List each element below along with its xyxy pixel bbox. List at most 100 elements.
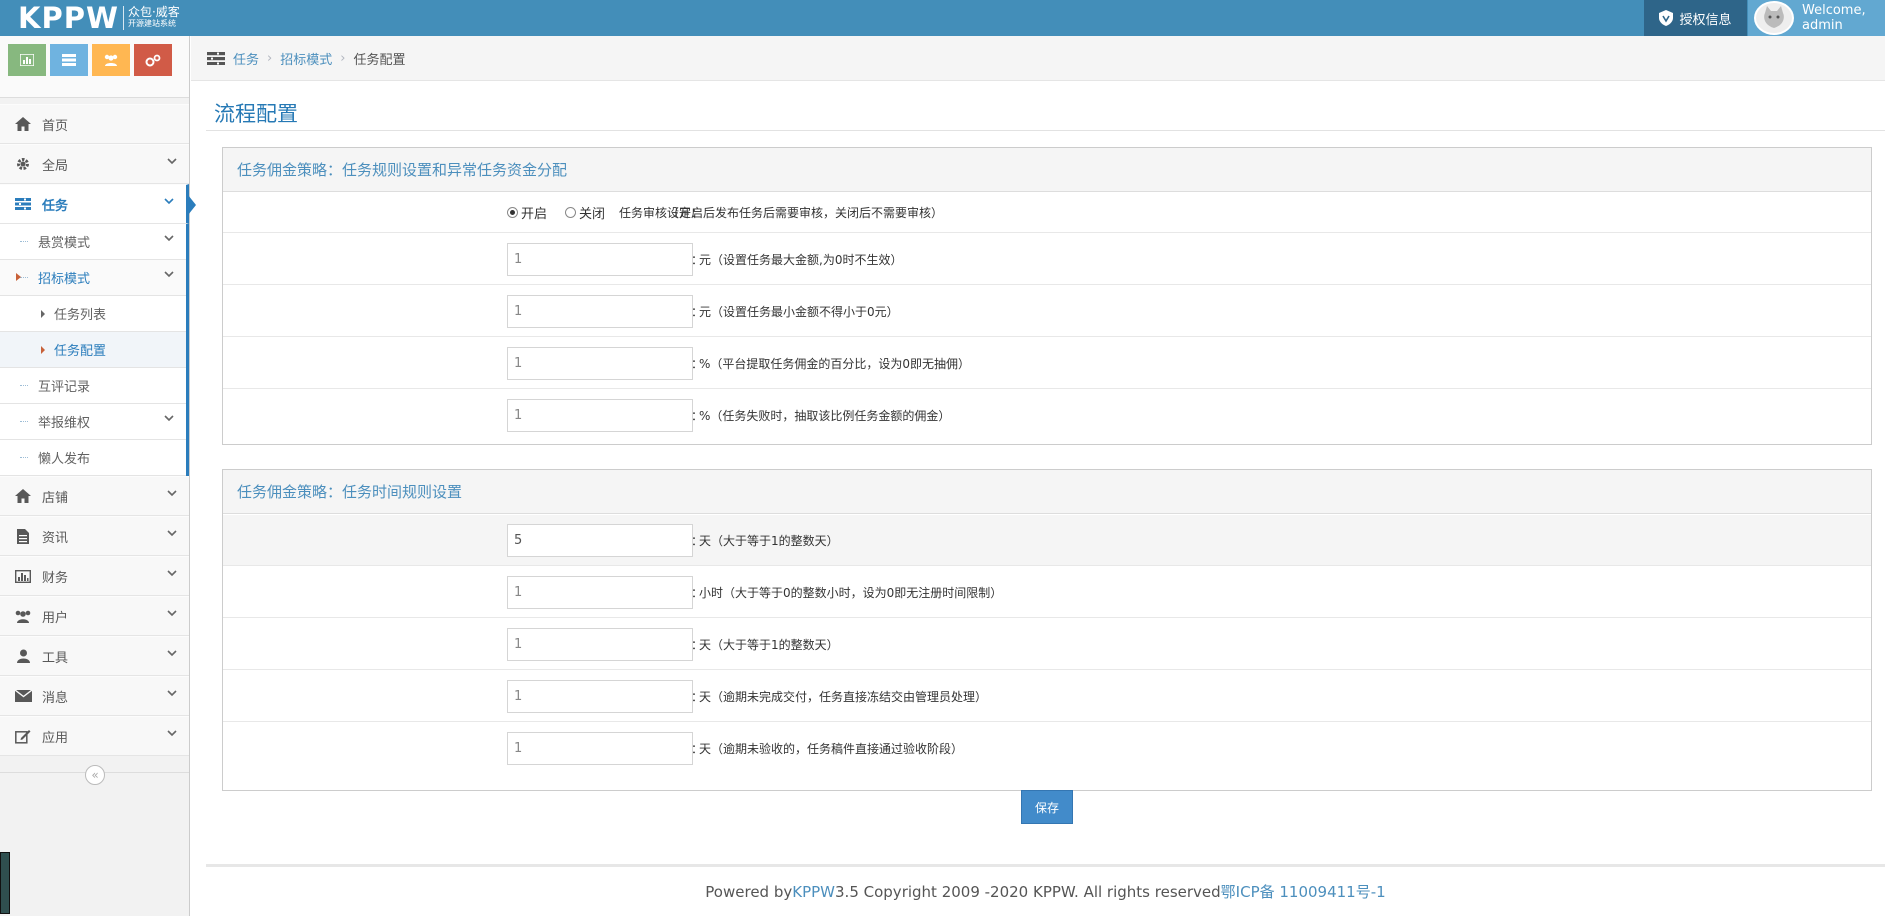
sidebar-item-label: 店铺 xyxy=(42,490,69,506)
sidebar-item-label: 全局 xyxy=(42,158,69,174)
min-amount-row: 任务最小金额设定： 元（设置任务最小金额不得小于0元） xyxy=(223,286,1871,337)
home-icon xyxy=(15,117,31,131)
min-amount-input[interactable] xyxy=(507,294,693,328)
username: admin xyxy=(1802,18,1843,33)
title-divider xyxy=(206,130,1885,131)
shortcut-bar xyxy=(0,36,189,98)
breadcrumb-bid-mode[interactable]: 招标模式 xyxy=(280,49,332,68)
shortcut-chart-button[interactable] xyxy=(8,44,46,76)
shortcut-users-button[interactable] xyxy=(92,44,130,76)
page-title: 流程配置 xyxy=(214,102,298,126)
cat-avatar-icon xyxy=(1764,6,1784,28)
sidebar-item-task[interactable]: 任务 xyxy=(0,184,196,224)
footer-icp-link[interactable]: 鄂ICP备 11009411号-1 xyxy=(1221,881,1386,902)
form-hint: 天（逾期未完成交付，任务直接冻结交由管理员处理） xyxy=(699,689,988,704)
sidebar-item-news[interactable]: 资讯 xyxy=(0,516,189,556)
sidebar-item-messages[interactable]: 消息 xyxy=(0,676,189,716)
commission-input[interactable] xyxy=(507,346,693,380)
max-amount-row: 任务最大金额设定： 元（设置任务最大金额,为0时不生效） xyxy=(223,234,1871,285)
auth-info-label: 授权信息 xyxy=(1679,12,1732,28)
footer-prefix: Powered by xyxy=(705,882,793,901)
submenu-label: 任务列表 xyxy=(54,308,107,323)
list-icon xyxy=(15,198,31,210)
breadcrumb-task[interactable]: 任务 xyxy=(233,49,259,68)
panel-title: 任务佣金策略：任务规则设置和异常任务资金分配 xyxy=(223,148,1871,192)
submenu-label: 互评记录 xyxy=(38,380,91,395)
shortcut-settings-button[interactable] xyxy=(134,44,172,76)
sidebar-item-task-list[interactable]: 任务列表 xyxy=(0,296,186,332)
selection-time-row: 选稿时间设置： 天（大于等于1的整数天） xyxy=(223,619,1871,670)
form-hint: %（任务失败时，抽取该比例任务金额的佣金） xyxy=(699,409,951,423)
shield-icon xyxy=(1659,10,1674,26)
sidebar-item-label: 财务 xyxy=(42,570,69,586)
sidebar-item-report[interactable]: 举报维权 xyxy=(0,404,186,440)
task-submenu: 悬赏模式 招标模式 任务列表 任务配置 互评记录 举报维权 懒人发布 xyxy=(0,224,189,476)
sidebar: 首页 全局 任务 悬赏模式 招标模式 任务列表 任务配置 互评记录 举报维权 懒… xyxy=(0,36,196,916)
max-amount-input[interactable] xyxy=(507,242,693,276)
chevron-down-icon xyxy=(167,730,177,737)
sidebar-item-label: 消息 xyxy=(42,690,69,706)
double-chevron-left-icon[interactable]: « xyxy=(85,765,105,785)
sidebar-item-global[interactable]: 全局 xyxy=(0,144,189,184)
delivery-limit-input[interactable] xyxy=(507,679,693,713)
audit-on-radio[interactable]: 开启 xyxy=(507,203,547,222)
sidebar-item-bid-mode[interactable]: 招标模式 xyxy=(0,260,186,296)
sidebar-item-lazy-publish[interactable]: 懒人发布 xyxy=(0,440,186,476)
commission-row: 任务提成比例： %（平台提取任务佣金的百分比，设为0即无抽佣） xyxy=(223,338,1871,389)
users-icon xyxy=(15,610,31,623)
acceptance-limit-input[interactable] xyxy=(507,732,693,765)
sidebar-item-reward-mode[interactable]: 悬赏模式 xyxy=(0,224,186,260)
chevron-down-icon xyxy=(164,415,174,422)
footer-brand-link[interactable]: KPPW xyxy=(792,883,835,901)
fail-commission-row: 任务失败返金抽成比例： %（任务失败时，抽取该比例任务金额的佣金） xyxy=(223,390,1871,441)
submit-deadline-input[interactable] xyxy=(507,523,693,557)
radio-checked-icon xyxy=(507,207,518,218)
sidebar-item-home[interactable]: 首页 xyxy=(0,104,189,144)
sidebar-item-label: 应用 xyxy=(42,730,69,746)
save-button[interactable]: 保存 xyxy=(1021,790,1073,824)
user-menu[interactable]: Welcome, admin xyxy=(1748,0,1885,36)
acceptance-limit-row: 验收期最大时间限制： 天（逾期未验收的，任务稿件直接通过验收阶段） xyxy=(223,723,1871,774)
chevron-down-icon xyxy=(167,650,177,657)
audit-row: 任务审核设定： 开启 关闭 （开启后发布任务后需要审核，关闭后不需要审核） xyxy=(223,193,1871,233)
sidebar-item-users[interactable]: 用户 xyxy=(0,596,189,636)
form-hint: 天（逾期未验收的，任务稿件直接通过验收阶段） xyxy=(699,742,964,756)
audit-off-radio[interactable]: 关闭 xyxy=(565,203,605,222)
form-hint: %（平台提取任务佣金的百分比，设为0即无抽佣） xyxy=(699,356,971,371)
panel-title: 任务佣金策略：任务时间规则设置 xyxy=(223,470,1871,514)
bar-chart-icon xyxy=(15,569,31,583)
shortcut-list-button[interactable] xyxy=(50,44,88,76)
sidebar-item-label: 资讯 xyxy=(42,530,69,546)
logo-name: 众包·威客 xyxy=(127,5,180,19)
footer: Powered by KPPW 3.5 Copyright 2009 -2020… xyxy=(206,864,1885,916)
submit-deadline-row: 任务交稿截止最大天数： 天（大于等于1的整数天） xyxy=(223,515,1871,566)
chevron-down-icon xyxy=(167,490,177,497)
sidebar-item-finance[interactable]: 财务 xyxy=(0,556,189,596)
sidebar-item-label: 任务 xyxy=(42,198,69,214)
new-user-limit-row: 新注册用户投标时间限制： 小时（大于等于0的整数小时，设为0即无注册时间限制） xyxy=(223,567,1871,618)
delivery-limit-row: 交付期最大时间限制： 天（逾期未完成交付，任务直接冻结交由管理员处理） xyxy=(223,671,1871,722)
gear-icon xyxy=(17,158,29,170)
sidebar-item-shop[interactable]: 店铺 xyxy=(0,476,189,516)
bar-chart-icon xyxy=(20,54,34,66)
submenu-label: 招标模式 xyxy=(38,272,91,287)
form-hint: 天（大于等于1的整数天） xyxy=(699,533,839,548)
chevron-down-icon xyxy=(167,610,177,617)
new-user-limit-input[interactable] xyxy=(507,575,693,609)
sidebar-item-task-config[interactable]: 任务配置 xyxy=(0,332,186,368)
auth-info-button[interactable]: 授权信息 xyxy=(1644,0,1747,36)
envelope-icon xyxy=(14,690,32,702)
brand-logo[interactable]: KPPW 众包·威客 开源建站系统 xyxy=(18,2,180,34)
selection-time-input[interactable] xyxy=(507,627,693,661)
chevron-down-icon xyxy=(164,271,174,278)
submenu-label: 任务配置 xyxy=(54,344,107,359)
fail-commission-input[interactable] xyxy=(507,399,693,432)
breadcrumb: 任务 › 招标模式 › 任务配置 xyxy=(191,36,1885,81)
side-widget[interactable] xyxy=(0,852,10,914)
sidebar-item-apps[interactable]: 应用 xyxy=(0,716,189,756)
list-icon xyxy=(207,51,225,65)
sidebar-item-tools[interactable]: 工具 xyxy=(0,636,189,676)
chevron-down-icon xyxy=(167,690,177,697)
sidebar-item-peer-review[interactable]: 互评记录 xyxy=(0,368,186,404)
form-hint: 天（大于等于1的整数天） xyxy=(699,637,839,652)
